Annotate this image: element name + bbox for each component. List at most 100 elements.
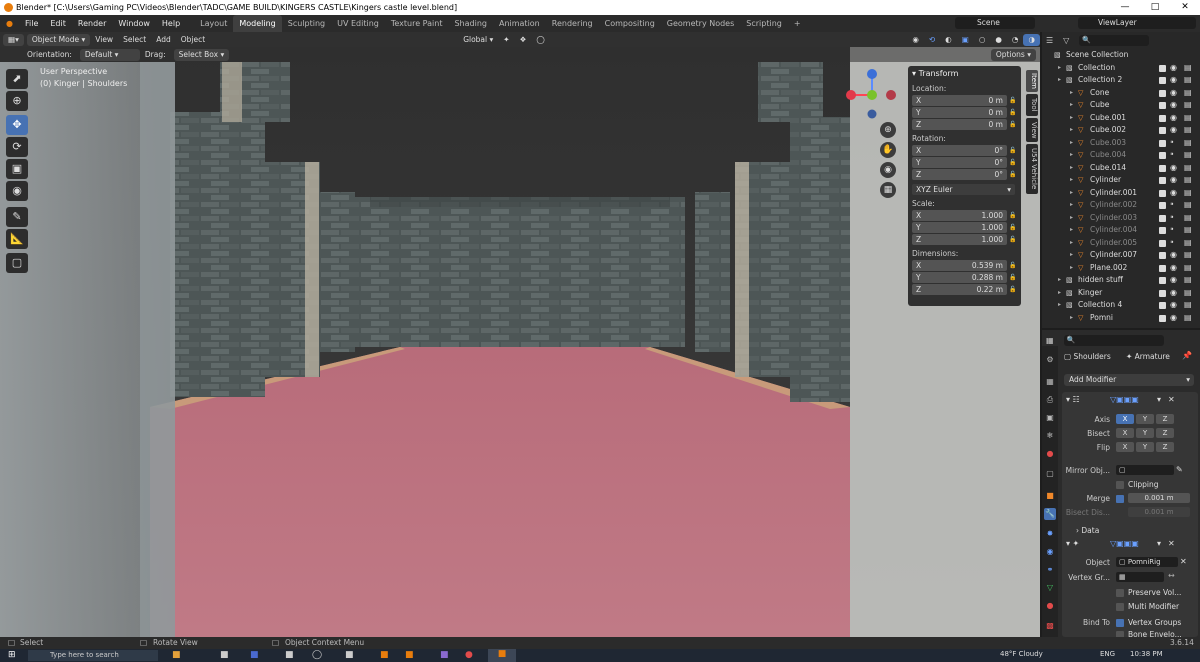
menu-window[interactable]: Window	[112, 15, 156, 32]
exclude-checkbox[interactable]	[1159, 64, 1166, 72]
exclude-checkbox[interactable]	[1159, 102, 1166, 109]
tool-props-icon[interactable]: ⚙	[1044, 354, 1056, 366]
rotate-tool-icon[interactable]: ⟳	[6, 137, 28, 157]
eye-icon[interactable]: ◉	[1170, 262, 1177, 275]
expand-triangle-icon[interactable]: ▸	[1070, 224, 1073, 237]
world-props-icon[interactable]: ●	[1044, 448, 1056, 460]
render-camera-icon[interactable]: ▤	[1184, 124, 1192, 137]
drag-dropdown[interactable]: Select Box ▾	[173, 48, 230, 61]
rotation-z-field[interactable]: Z 0°	[912, 168, 1007, 180]
outliner-item[interactable]: ▸ ▽ Cylinder.007 ◉ ▤	[1042, 249, 1200, 262]
preserve-volume-checkbox[interactable]	[1116, 589, 1124, 597]
eye-icon[interactable]: ◉	[1170, 187, 1177, 200]
expand-triangle-icon[interactable]: ▸	[1070, 162, 1073, 175]
pivot-icon[interactable]: ✦	[498, 34, 514, 46]
render-camera-icon[interactable]: ▤	[1184, 199, 1192, 212]
exclude-checkbox[interactable]	[1159, 127, 1166, 134]
mode-dropdown[interactable]: Object Mode ▾	[26, 33, 91, 46]
menu-file[interactable]: File	[19, 15, 44, 32]
render-camera-icon[interactable]: ▤	[1184, 162, 1192, 175]
lock-icon[interactable]: 🔓	[1009, 274, 1017, 281]
chrome-icon[interactable]: ●	[465, 650, 473, 660]
eye-icon[interactable]: ◉	[1170, 74, 1177, 87]
eye-icon[interactable]: ⁍	[1170, 237, 1174, 250]
expand-triangle-icon[interactable]: ▸	[1070, 312, 1073, 325]
render-camera-icon[interactable]: ▤	[1184, 137, 1192, 150]
lock-icon[interactable]: 🔓	[1009, 212, 1017, 219]
exclude-checkbox[interactable]	[1159, 152, 1166, 159]
menu-edit[interactable]: Edit	[44, 15, 72, 32]
side-tab-item[interactable]: Item	[1026, 70, 1038, 92]
outliner-item[interactable]: ▸ ▧ Collection ◉ ▤	[1042, 62, 1200, 75]
tab-layout[interactable]: Layout	[194, 15, 233, 32]
menu-object[interactable]: Object	[176, 34, 210, 46]
close-icon[interactable]: ✕	[1170, 0, 1200, 15]
expand-triangle-icon[interactable]: ▸	[1070, 149, 1073, 162]
editor-type-icon[interactable]: ▦▾	[3, 33, 24, 46]
side-tab-vehicle[interactable]: U54 Vehicle	[1026, 144, 1038, 194]
merge-distance-field[interactable]: 0.001 m	[1128, 493, 1190, 503]
view-layer-props-icon[interactable]: ▣	[1044, 412, 1056, 424]
taskbar-search[interactable]: Type here to search	[28, 650, 158, 661]
scene-selector[interactable]: Scene	[955, 17, 1035, 29]
render-camera-icon[interactable]: ▤	[1184, 112, 1192, 125]
lock-icon[interactable]: 🔓	[1009, 224, 1017, 231]
outliner-item[interactable]: ▸ ▽ Cylinder.004 ⁍ ▤	[1042, 224, 1200, 237]
shading-solid-icon[interactable]: ●	[990, 34, 1007, 46]
eye-icon[interactable]: ◉	[1170, 99, 1177, 112]
flip-x-toggle[interactable]: X	[1116, 442, 1134, 452]
app-icon-8[interactable]: ■	[405, 650, 414, 660]
bisect-y-toggle[interactable]: Y	[1136, 428, 1154, 438]
modifier-props-icon[interactable]: 🔧	[1044, 508, 1056, 520]
camera-icon[interactable]: ◉	[880, 162, 896, 178]
armature-toggles-icon[interactable]: ▽▣▣▣	[1110, 539, 1139, 548]
annotate-tool-icon[interactable]: ✎	[6, 207, 28, 227]
transform-panel-title[interactable]: ▾ Transform	[912, 68, 1017, 80]
render-camera-icon[interactable]: ▤	[1184, 262, 1192, 275]
render-camera-icon[interactable]: ▤	[1184, 224, 1192, 237]
render-camera-icon[interactable]: ▤	[1184, 212, 1192, 225]
scale-y-field[interactable]: Y 1.000	[912, 221, 1007, 233]
cursor-tool-icon[interactable]: ⊕	[6, 91, 28, 111]
eye-icon[interactable]: ◉	[1170, 312, 1177, 325]
minimize-icon[interactable]: —	[1110, 0, 1140, 15]
data-subpanel[interactable]: › Data	[1076, 526, 1099, 535]
app-icon-3[interactable]: ■	[250, 650, 259, 660]
outliner-item[interactable]: ▸ ▧ Collection 4 ◉ ▤	[1042, 299, 1200, 312]
menu-view[interactable]: View	[90, 34, 118, 46]
expand-triangle-icon[interactable]: ▸	[1070, 212, 1073, 225]
properties-search-input[interactable]: 🔍	[1063, 334, 1164, 346]
lock-icon[interactable]: 🔓	[1009, 147, 1017, 154]
expand-triangle-icon[interactable]: ▸	[1070, 249, 1073, 262]
lock-icon[interactable]: 🔓	[1009, 286, 1017, 293]
app-icon-7[interactable]: ■	[380, 650, 389, 660]
visibility-icon[interactable]: ◉	[907, 34, 924, 46]
blender-menu-icon[interactable]: ●	[0, 15, 19, 32]
eye-icon[interactable]: ⁍	[1170, 199, 1174, 212]
move-tool-icon[interactable]: ✥	[6, 115, 28, 135]
mirror-toggles-icon[interactable]: ▽▣▣▣	[1110, 395, 1139, 404]
exclude-checkbox[interactable]	[1159, 139, 1166, 147]
axis-y-toggle[interactable]: Y	[1136, 414, 1154, 424]
bisect-distance-field[interactable]: 0.001 m	[1128, 507, 1190, 517]
render-camera-icon[interactable]: ▤	[1184, 62, 1192, 75]
app-icon-6[interactable]: ■	[345, 650, 354, 660]
add-workspace-icon[interactable]: +	[788, 15, 807, 32]
rotation-mode-dropdown[interactable]: XYZ Euler ▾	[912, 183, 1015, 195]
outliner-item[interactable]: ▸ ▧ hidden stuff ◉ ▤	[1042, 274, 1200, 287]
exclude-checkbox[interactable]	[1159, 239, 1166, 247]
windows-start-icon[interactable]: ⊞	[8, 650, 16, 660]
lock-icon[interactable]: 🔓	[1009, 97, 1017, 104]
app-icon-5[interactable]: ◯	[312, 650, 322, 660]
render-camera-icon[interactable]: ▤	[1184, 312, 1192, 325]
exclude-checkbox[interactable]	[1159, 227, 1166, 234]
render-camera-icon[interactable]: ▤	[1184, 99, 1192, 112]
expand-triangle-icon[interactable]: ▸	[1070, 112, 1073, 125]
menu-render[interactable]: Render	[72, 15, 112, 32]
dimensions-y-field[interactable]: Y 0.288 m	[912, 271, 1007, 283]
mirror-delete-icon[interactable]: ✕	[1168, 395, 1175, 404]
expand-triangle-icon[interactable]: ▸	[1070, 137, 1073, 150]
tab-modeling[interactable]: Modeling	[233, 15, 282, 32]
tab-animation[interactable]: Animation	[493, 15, 546, 32]
expand-triangle-icon[interactable]: ▸	[1070, 87, 1073, 100]
